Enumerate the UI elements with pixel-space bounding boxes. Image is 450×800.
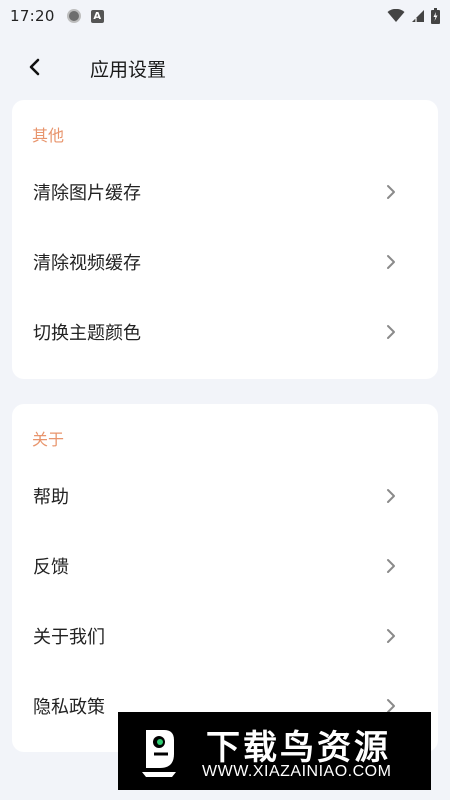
watermark-banner: 下载鸟资源 WWW.XIAZAINIAO.COM: [118, 712, 431, 790]
wifi-icon: [387, 9, 405, 22]
item-label: 清除图片缓存: [33, 183, 141, 204]
page-title: 应用设置: [90, 59, 167, 81]
chevron-right-icon: [387, 559, 395, 573]
section-title: 其他: [32, 126, 65, 145]
item-label: 清除视频缓存: [33, 253, 141, 274]
switch-theme-color-item[interactable]: 切换主题颜色: [12, 304, 438, 360]
clear-image-cache-item[interactable]: 清除图片缓存: [12, 164, 438, 220]
settings-card-about: 关于 帮助 反馈 关于我们 隐私政策: [12, 404, 438, 752]
item-label: 帮助: [33, 487, 69, 508]
about-us-item[interactable]: 关于我们: [12, 608, 438, 664]
status-time: 17:20: [10, 7, 55, 25]
help-item[interactable]: 帮助: [12, 468, 438, 524]
back-button[interactable]: [20, 52, 50, 82]
app-header: 应用设置: [0, 44, 450, 90]
signal-icon: [412, 10, 424, 22]
chevron-right-icon: [387, 185, 395, 199]
settings-card-other: 其他 清除图片缓存 清除视频缓存 切换主题颜色: [12, 100, 438, 379]
status-right-icons: [387, 8, 440, 24]
bird-logo-icon: [142, 730, 176, 777]
section-title: 关于: [32, 430, 65, 449]
battery-icon: [431, 8, 440, 24]
feedback-item[interactable]: 反馈: [12, 538, 438, 594]
status-bar: 17:20 A: [0, 0, 450, 32]
item-label: 隐私政策: [33, 697, 105, 718]
chevron-right-icon: [387, 629, 395, 643]
chevron-left-icon: [29, 58, 40, 76]
chevron-right-icon: [387, 255, 395, 269]
chevron-right-icon: [387, 489, 395, 503]
item-label: 反馈: [33, 557, 69, 578]
watermark-url: WWW.XIAZAINIAO.COM: [202, 763, 392, 780]
chevron-right-icon: [387, 325, 395, 339]
a-badge-icon: A: [90, 9, 104, 23]
item-label: 关于我们: [33, 627, 105, 648]
clear-video-cache-item[interactable]: 清除视频缓存: [12, 234, 438, 290]
item-label: 切换主题颜色: [33, 323, 141, 344]
circle-notification-icon: [66, 9, 81, 23]
watermark-title: 下载鸟资源: [206, 728, 391, 768]
